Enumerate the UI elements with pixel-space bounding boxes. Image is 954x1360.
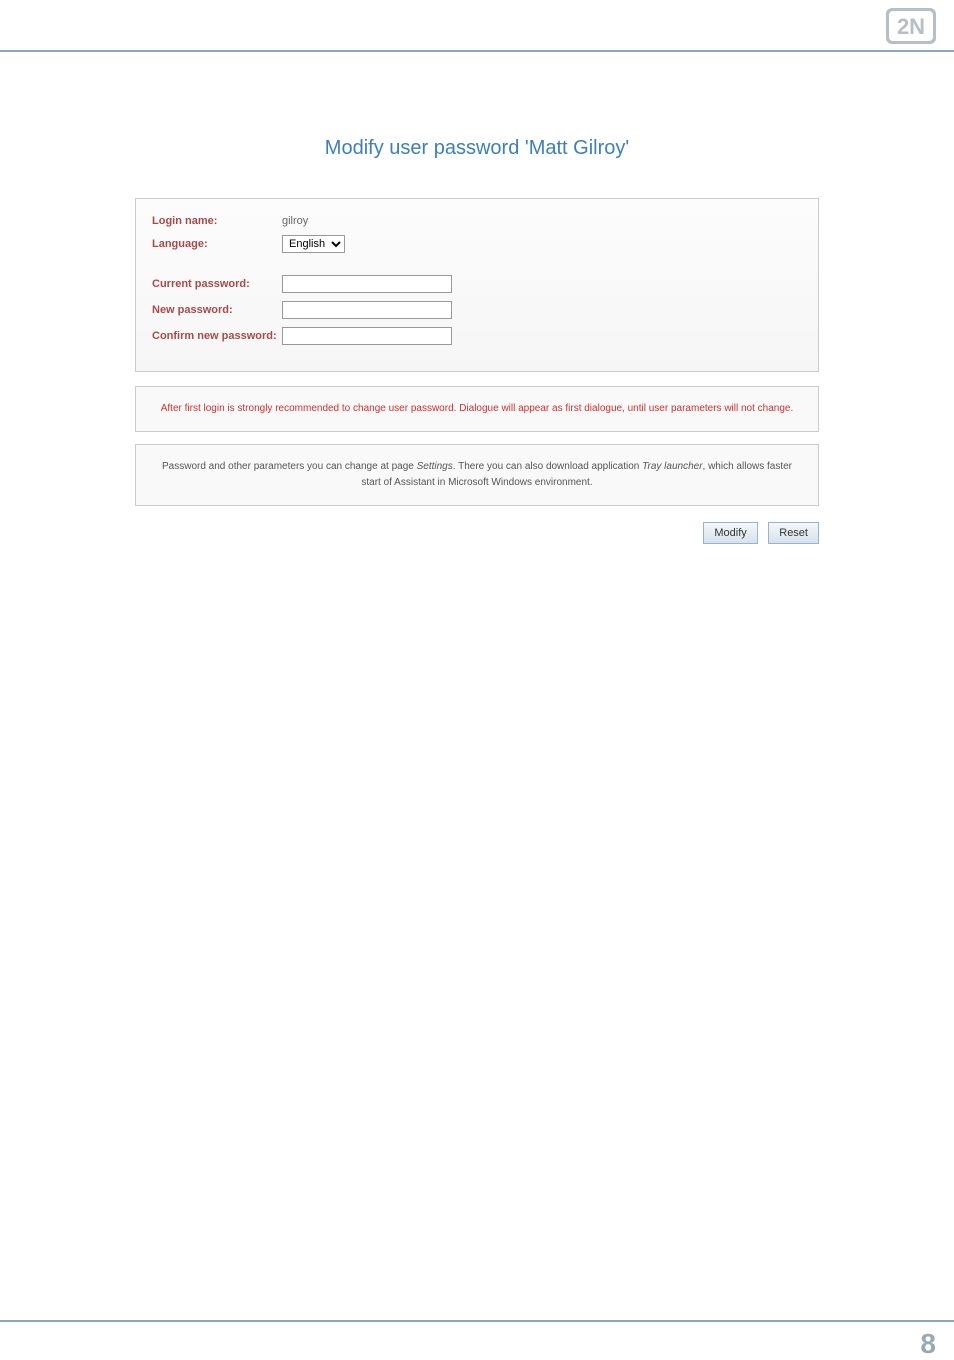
current-password-row: Current password: [152, 275, 802, 293]
hint-settings: Settings [417, 461, 453, 472]
new-password-row: New password: [152, 301, 802, 319]
page-footer: 8 [0, 1320, 954, 1330]
current-password-label: Current password: [152, 278, 282, 290]
main-content: Modify user password 'Matt Gilroy' Login… [0, 137, 954, 544]
page-title: Modify user password 'Matt Gilroy' [40, 137, 914, 160]
current-password-input[interactable] [282, 275, 452, 293]
language-row: Language: English [152, 235, 802, 253]
new-password-label: New password: [152, 304, 282, 316]
language-label: Language: [152, 238, 282, 250]
login-name-value: gilroy [282, 215, 308, 227]
hint-tray: Tray launcher [642, 461, 702, 472]
language-select[interactable]: English [282, 235, 345, 253]
logo-text: 2N [897, 14, 925, 39]
confirm-password-row: Confirm new password: [152, 327, 802, 345]
hint-panel: Password and other parameters you can ch… [135, 444, 819, 506]
brand-logo: 2N [886, 8, 936, 49]
page-number: 8 [920, 1328, 936, 1360]
new-password-input[interactable] [282, 301, 452, 319]
confirm-password-input[interactable] [282, 327, 452, 345]
page-header: 2N [0, 0, 954, 52]
password-form-panel: Login name: gilroy Language: English Cur… [135, 198, 819, 372]
modify-button[interactable]: Modify [703, 522, 757, 544]
reset-button[interactable]: Reset [768, 522, 819, 544]
hint-prefix: Password and other parameters you can ch… [162, 461, 417, 472]
login-name-row: Login name: gilroy [152, 215, 802, 227]
confirm-password-label: Confirm new password: [152, 330, 282, 342]
warning-panel: After first login is strongly recommende… [135, 386, 819, 432]
hint-mid: . There you can also download applicatio… [453, 461, 642, 472]
login-name-label: Login name: [152, 215, 282, 227]
button-row: Modify Reset [135, 518, 819, 544]
warning-text: After first login is strongly recommende… [161, 403, 794, 414]
